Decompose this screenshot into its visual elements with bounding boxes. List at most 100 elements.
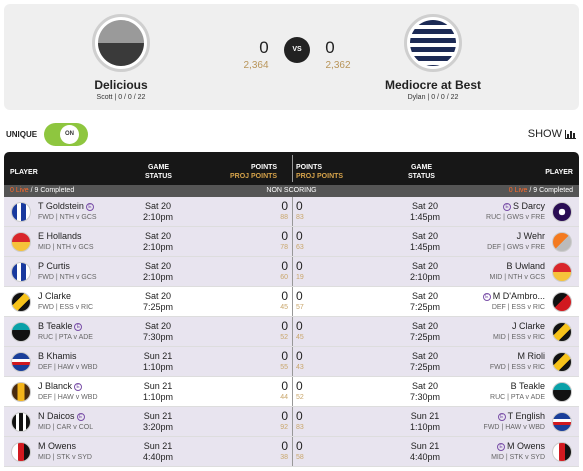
show-label: SHOW [527, 128, 562, 140]
left-game-status: Sun 21 1:10pm [142, 381, 174, 402]
guernsey-icon [11, 262, 31, 282]
left-player[interactable]: J Blanck E DEF | HAW v WBD [38, 381, 98, 403]
left-player-meta: FWD | NTH v GCS [38, 274, 97, 281]
left-player-meta: RUC | PTA v ADE [38, 334, 93, 341]
right-player-meta: FWD | HAW v WBD [483, 424, 545, 431]
vs-badge: VS [284, 37, 310, 63]
header-player-left: PLAYER [10, 169, 38, 176]
left-player[interactable]: B Khamis DEF | HAW v WBD [38, 351, 98, 373]
left-game-status: Sun 21 3:20pm [142, 411, 174, 432]
right-player[interactable]: EM Owens MID | STK v SYD [491, 441, 545, 463]
row-divider [292, 317, 293, 346]
left-player[interactable]: T Goldstein E FWD | NTH v GCS [38, 201, 97, 223]
live-count-right: 0 Live / 9 Completed [508, 187, 573, 194]
left-player-name: T Goldstein [38, 201, 84, 211]
emergency-icon: E [496, 442, 505, 451]
left-player-meta: FWD | ESS v RIC [38, 304, 94, 311]
guernsey-icon [552, 352, 572, 372]
right-player-name: B Teakle [510, 381, 545, 391]
emergency-icon: E [85, 202, 94, 211]
table-row[interactable]: P Curtis FWD | NTH v GCS Sat 20 2:10pm 06… [4, 257, 579, 287]
left-game-status: Sat 20 2:10pm [142, 201, 174, 222]
left-player[interactable]: N Daicos E MID | CAR v COL [38, 411, 93, 433]
right-game-status: Sat 20 7:25pm [409, 321, 441, 342]
row-divider [292, 257, 293, 286]
home-team-logo [92, 14, 150, 72]
left-points: 0 52 [280, 319, 288, 342]
left-player[interactable]: M Owens MID | STK v SYD [38, 441, 92, 463]
right-player-name: S Darcy [512, 201, 545, 211]
guernsey-icon [552, 292, 572, 312]
right-points: 0 43 [296, 349, 304, 372]
right-player[interactable]: ES Darcy RUC | GWS v FRE [486, 201, 545, 223]
left-game-status: Sat 20 2:10pm [142, 261, 174, 282]
right-player[interactable]: M Rioli FWD | ESS v RIC [490, 351, 545, 373]
left-player[interactable]: J Clarke FWD | ESS v RIC [38, 291, 93, 313]
right-player[interactable]: J Clarke MID | ESS v RIC [493, 321, 545, 343]
right-points: 0 45 [296, 319, 304, 342]
table-row[interactable]: B Khamis DEF | HAW v WBD Sun 21 1:10pm 05… [4, 347, 579, 377]
row-divider [292, 437, 293, 466]
right-player-name: M Rioli [517, 351, 545, 361]
right-points: 0 19 [296, 259, 304, 282]
unique-toggle[interactable]: ON [44, 123, 88, 146]
guernsey-icon [552, 202, 572, 222]
right-player[interactable]: EM D'Ambro... DEF | ESS v RIC [481, 291, 545, 313]
table-row[interactable]: J Blanck E DEF | HAW v WBD Sun 21 1:10pm 0… [4, 377, 579, 407]
guernsey-icon [552, 382, 572, 402]
left-player[interactable]: E Hollands MID | NTH v GCS [38, 231, 93, 253]
right-points: 0 58 [296, 439, 304, 462]
away-score: 0 [325, 38, 335, 57]
table-row[interactable]: J Clarke FWD | ESS v RIC Sat 20 7:25pm 04… [4, 287, 579, 317]
table-row[interactable]: B Teakle E RUC | PTA v ADE Sat 20 7:30pm 0… [4, 317, 579, 347]
left-game-status: Sun 21 1:10pm [142, 351, 174, 372]
guernsey-icon [11, 202, 31, 222]
right-game-status: Sat 20 7:25pm [409, 351, 441, 372]
home-team[interactable]: Delicious Scott | 0 / 0 / 22 [46, 14, 196, 101]
matchup-header: Delicious Scott | 0 / 0 / 22 0 2,364 VS … [4, 4, 579, 110]
away-team[interactable]: Mediocre at Best Dylan | 0 / 0 / 22 [358, 14, 508, 101]
left-player-name: J Clarke [38, 291, 72, 301]
table-row[interactable]: N Daicos E MID | CAR v COL Sun 21 3:20pm 0… [4, 407, 579, 437]
table-row[interactable]: E Hollands MID | NTH v GCS Sat 20 2:10pm … [4, 227, 579, 257]
right-player-name: J Clarke [511, 321, 545, 331]
left-player-meta: MID | CAR v COL [38, 424, 94, 431]
table-row[interactable]: M Owens MID | STK v SYD Sun 21 4:40pm 0 38… [4, 437, 579, 467]
table-row[interactable]: T Goldstein E FWD | NTH v GCS Sat 20 2:10p… [4, 197, 579, 227]
emergency-icon: E [497, 412, 506, 421]
guernsey-icon [11, 412, 31, 432]
home-score: 0 [259, 38, 269, 57]
left-points: 0 38 [280, 439, 288, 462]
guernsey-icon [11, 322, 31, 342]
home-team-name: Delicious [94, 78, 148, 92]
show-button[interactable]: SHOW [528, 128, 576, 140]
right-player[interactable]: ET English FWD | HAW v WBD [484, 411, 545, 433]
right-player[interactable]: B Teakle RUC | PTA v ADE [490, 381, 545, 403]
right-points: 0 52 [296, 379, 304, 402]
right-game-status: Sat 20 7:25pm [409, 291, 441, 312]
right-player-meta: MID | ESS v RIC [493, 334, 545, 341]
right-player-name: J Wehr [516, 231, 545, 241]
right-game-status: Sat 20 1:45pm [409, 201, 441, 222]
right-player[interactable]: J Wehr DEF | GWS v FRE [487, 231, 545, 253]
right-player-name: B Uwland [506, 261, 545, 271]
guernsey-icon [552, 412, 572, 432]
right-points: 0 83 [296, 409, 304, 432]
non-scoring-label: NON SCORING [266, 187, 317, 194]
left-player[interactable]: P Curtis FWD | NTH v GCS [38, 261, 97, 283]
emergency-icon: E [76, 412, 85, 421]
table-header: PLAYER GAME STATUS POINTS PROJ POINTS POIN… [4, 152, 579, 185]
left-player-name: M Owens [38, 441, 77, 451]
left-player[interactable]: B Teakle E RUC | PTA v ADE [38, 321, 93, 343]
toggle-knob: ON [60, 125, 79, 144]
left-player-meta: MID | STK v SYD [38, 454, 92, 461]
header-points-left: POINTS PROJ POINTS [230, 164, 278, 180]
right-player[interactable]: B Uwland MID | NTH v GCS [490, 261, 545, 283]
right-game-status: Sun 21 1:10pm [409, 411, 441, 432]
left-player-name: N Daicos [38, 411, 75, 421]
left-player-meta: FWD | NTH v GCS [38, 214, 97, 221]
guernsey-icon [552, 442, 572, 462]
left-game-status: Sat 20 7:25pm [142, 291, 174, 312]
left-player-name: P Curtis [38, 261, 70, 271]
guernsey-icon [11, 382, 31, 402]
